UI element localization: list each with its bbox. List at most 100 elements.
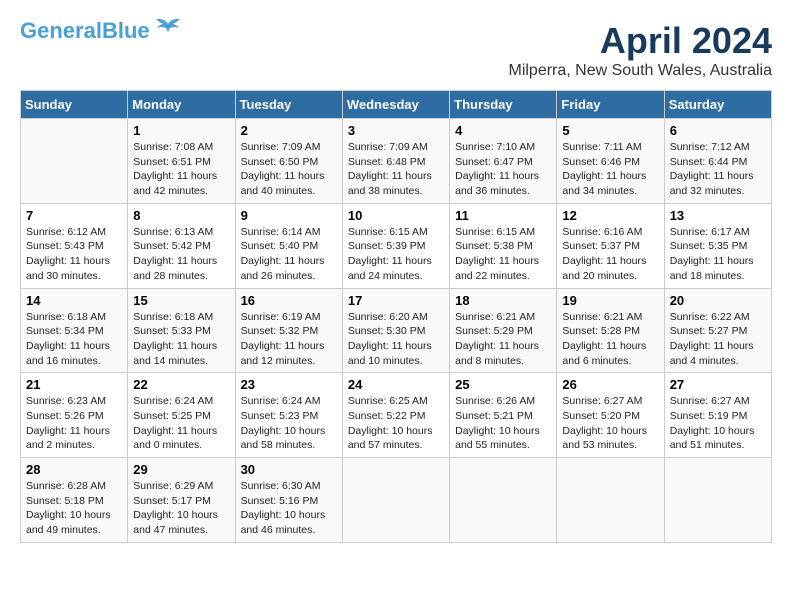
day-number: 23 [241, 377, 337, 392]
calendar-cell [664, 458, 771, 543]
calendar-cell [450, 458, 557, 543]
cell-content: Sunrise: 6:25 AM Sunset: 5:22 PM Dayligh… [348, 394, 444, 453]
calendar-cell: 9 Sunrise: 6:14 AM Sunset: 5:40 PM Daylig… [235, 203, 342, 288]
header-row: SundayMondayTuesdayWednesdayThursdayFrid… [21, 91, 772, 119]
cell-content: Sunrise: 6:16 AM Sunset: 5:37 PM Dayligh… [562, 225, 658, 284]
cell-content: Sunrise: 6:21 AM Sunset: 5:28 PM Dayligh… [562, 310, 658, 369]
calendar-cell: 28 Sunrise: 6:28 AM Sunset: 5:18 PM Dayli… [21, 458, 128, 543]
title-block: April 2024 Milperra, New South Wales, Au… [508, 20, 772, 80]
calendar-cell: 27 Sunrise: 6:27 AM Sunset: 5:19 PM Dayli… [664, 373, 771, 458]
header-cell-saturday: Saturday [664, 91, 771, 119]
day-number: 15 [133, 293, 229, 308]
cell-content: Sunrise: 6:15 AM Sunset: 5:38 PM Dayligh… [455, 225, 551, 284]
cell-content: Sunrise: 7:11 AM Sunset: 6:46 PM Dayligh… [562, 140, 658, 199]
week-row-2: 7 Sunrise: 6:12 AM Sunset: 5:43 PM Daylig… [21, 203, 772, 288]
cell-content: Sunrise: 7:12 AM Sunset: 6:44 PM Dayligh… [670, 140, 766, 199]
cell-content: Sunrise: 7:10 AM Sunset: 6:47 PM Dayligh… [455, 140, 551, 199]
day-number: 5 [562, 123, 658, 138]
cell-content: Sunrise: 6:24 AM Sunset: 5:25 PM Dayligh… [133, 394, 229, 453]
header-cell-monday: Monday [128, 91, 235, 119]
cell-content: Sunrise: 6:24 AM Sunset: 5:23 PM Dayligh… [241, 394, 337, 453]
calendar-cell: 29 Sunrise: 6:29 AM Sunset: 5:17 PM Dayli… [128, 458, 235, 543]
calendar-cell: 8 Sunrise: 6:13 AM Sunset: 5:42 PM Daylig… [128, 203, 235, 288]
cell-content: Sunrise: 6:13 AM Sunset: 5:42 PM Dayligh… [133, 225, 229, 284]
calendar-cell: 3Sunrise: 7:09 AM Sunset: 6:48 PM Daylig… [342, 119, 449, 204]
day-number: 30 [241, 462, 337, 477]
cell-content: Sunrise: 6:12 AM Sunset: 5:43 PM Dayligh… [26, 225, 122, 284]
cell-content: Sunrise: 6:14 AM Sunset: 5:40 PM Dayligh… [241, 225, 337, 284]
day-number: 7 [26, 208, 122, 223]
calendar-cell: 5 Sunrise: 7:11 AM Sunset: 6:46 PM Daylig… [557, 119, 664, 204]
day-number: 28 [26, 462, 122, 477]
week-row-4: 21Sunrise: 6:23 AM Sunset: 5:26 PM Dayli… [21, 373, 772, 458]
calendar-cell: 6 Sunrise: 7:12 AM Sunset: 6:44 PM Daylig… [664, 119, 771, 204]
cell-content: Sunrise: 7:09 AM Sunset: 6:50 PM Dayligh… [241, 140, 337, 199]
day-number: 20 [670, 293, 766, 308]
day-number: 24 [348, 377, 444, 392]
cell-content: Sunrise: 6:19 AM Sunset: 5:32 PM Dayligh… [241, 310, 337, 369]
calendar-cell: 19 Sunrise: 6:21 AM Sunset: 5:28 PM Dayli… [557, 288, 664, 373]
calendar-cell: 16Sunrise: 6:19 AM Sunset: 5:32 PM Dayli… [235, 288, 342, 373]
week-row-5: 28 Sunrise: 6:28 AM Sunset: 5:18 PM Dayli… [21, 458, 772, 543]
day-number: 4 [455, 123, 551, 138]
calendar-cell: 11 Sunrise: 6:15 AM Sunset: 5:38 PM Dayli… [450, 203, 557, 288]
day-number: 13 [670, 208, 766, 223]
day-number: 29 [133, 462, 229, 477]
day-number: 27 [670, 377, 766, 392]
calendar-cell: 12 Sunrise: 6:16 AM Sunset: 5:37 PM Dayli… [557, 203, 664, 288]
calendar-cell: 14 Sunrise: 6:18 AM Sunset: 5:34 PM Dayli… [21, 288, 128, 373]
calendar-cell: 25 Sunrise: 6:26 AM Sunset: 5:21 PM Dayli… [450, 373, 557, 458]
header-cell-thursday: Thursday [450, 91, 557, 119]
day-number: 25 [455, 377, 551, 392]
cell-content: Sunrise: 6:26 AM Sunset: 5:21 PM Dayligh… [455, 394, 551, 453]
header-cell-tuesday: Tuesday [235, 91, 342, 119]
header-cell-wednesday: Wednesday [342, 91, 449, 119]
cell-content: Sunrise: 6:18 AM Sunset: 5:33 PM Dayligh… [133, 310, 229, 369]
day-number: 8 [133, 208, 229, 223]
day-number: 11 [455, 208, 551, 223]
day-number: 2 [241, 123, 337, 138]
day-number: 1 [133, 123, 229, 138]
calendar-cell: 21Sunrise: 6:23 AM Sunset: 5:26 PM Dayli… [21, 373, 128, 458]
page-header: GeneralBlue April 2024 Milperra, New Sou… [20, 20, 772, 80]
day-number: 19 [562, 293, 658, 308]
calendar-cell: 26Sunrise: 6:27 AM Sunset: 5:20 PM Dayli… [557, 373, 664, 458]
cell-content: Sunrise: 6:22 AM Sunset: 5:27 PM Dayligh… [670, 310, 766, 369]
calendar-cell: 23 Sunrise: 6:24 AM Sunset: 5:23 PM Dayli… [235, 373, 342, 458]
calendar-cell: 10 Sunrise: 6:15 AM Sunset: 5:39 PM Dayli… [342, 203, 449, 288]
calendar-cell: 18 Sunrise: 6:21 AM Sunset: 5:29 PM Dayli… [450, 288, 557, 373]
calendar-cell: 22 Sunrise: 6:24 AM Sunset: 5:25 PM Dayli… [128, 373, 235, 458]
month-title: April 2024 [508, 20, 772, 62]
day-number: 12 [562, 208, 658, 223]
header-cell-sunday: Sunday [21, 91, 128, 119]
cell-content: Sunrise: 6:18 AM Sunset: 5:34 PM Dayligh… [26, 310, 122, 369]
calendar-cell: 7 Sunrise: 6:12 AM Sunset: 5:43 PM Daylig… [21, 203, 128, 288]
calendar-cell: 30 Sunrise: 6:30 AM Sunset: 5:16 PM Dayli… [235, 458, 342, 543]
cell-content: Sunrise: 6:17 AM Sunset: 5:35 PM Dayligh… [670, 225, 766, 284]
calendar-cell: 17Sunrise: 6:20 AM Sunset: 5:30 PM Dayli… [342, 288, 449, 373]
cell-content: Sunrise: 6:15 AM Sunset: 5:39 PM Dayligh… [348, 225, 444, 284]
cell-content: Sunrise: 6:21 AM Sunset: 5:29 PM Dayligh… [455, 310, 551, 369]
calendar-cell: 13 Sunrise: 6:17 AM Sunset: 5:35 PM Dayli… [664, 203, 771, 288]
cell-content: Sunrise: 6:27 AM Sunset: 5:19 PM Dayligh… [670, 394, 766, 453]
cell-content: Sunrise: 6:28 AM Sunset: 5:18 PM Dayligh… [26, 479, 122, 538]
day-number: 21 [26, 377, 122, 392]
logo-text: GeneralBlue [20, 20, 150, 42]
day-number: 18 [455, 293, 551, 308]
day-number: 6 [670, 123, 766, 138]
day-number: 14 [26, 293, 122, 308]
calendar-cell [21, 119, 128, 204]
calendar-cell: 15 Sunrise: 6:18 AM Sunset: 5:33 PM Dayli… [128, 288, 235, 373]
week-row-3: 14 Sunrise: 6:18 AM Sunset: 5:34 PM Dayli… [21, 288, 772, 373]
calendar-cell: 24 Sunrise: 6:25 AM Sunset: 5:22 PM Dayli… [342, 373, 449, 458]
cell-content: Sunrise: 6:27 AM Sunset: 5:20 PM Dayligh… [562, 394, 658, 453]
calendar-cell: 1Sunrise: 7:08 AM Sunset: 6:51 PM Daylig… [128, 119, 235, 204]
cell-content: Sunrise: 6:30 AM Sunset: 5:16 PM Dayligh… [241, 479, 337, 538]
calendar-cell [557, 458, 664, 543]
day-number: 22 [133, 377, 229, 392]
day-number: 10 [348, 208, 444, 223]
calendar-cell: 20 Sunrise: 6:22 AM Sunset: 5:27 PM Dayli… [664, 288, 771, 373]
location: Milperra, New South Wales, Australia [508, 62, 772, 80]
cell-content: Sunrise: 6:29 AM Sunset: 5:17 PM Dayligh… [133, 479, 229, 538]
day-number: 9 [241, 208, 337, 223]
